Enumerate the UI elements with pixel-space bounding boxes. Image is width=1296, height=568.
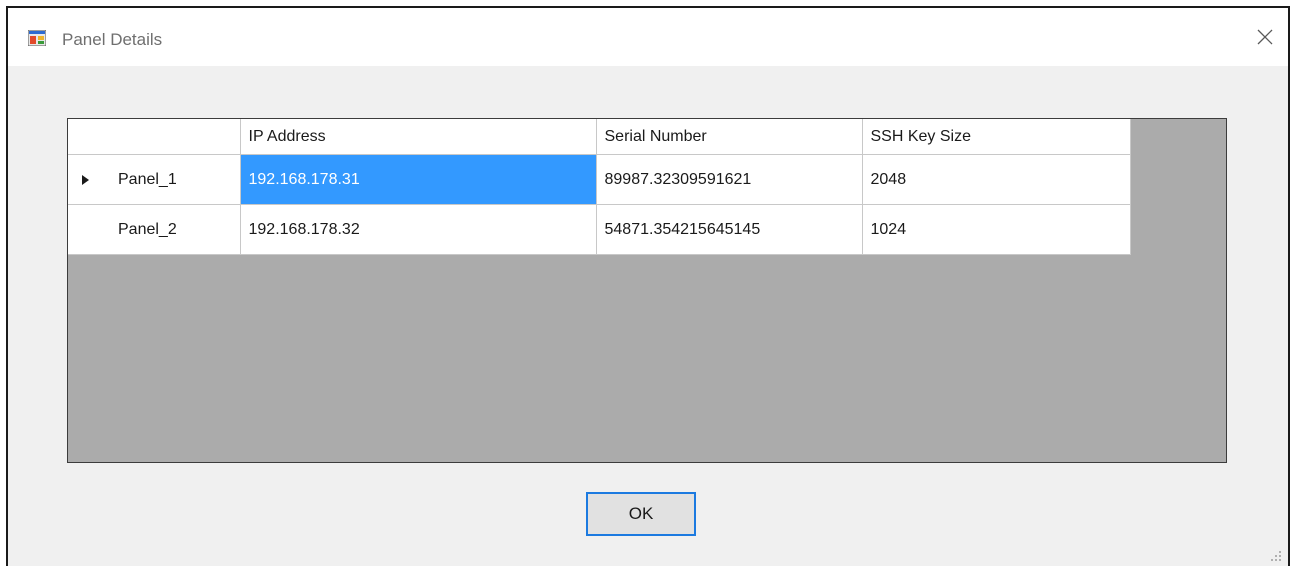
panel-data-grid[interactable]: IP Address Serial Number SSH Key Size Pa… [67, 118, 1227, 463]
table-row[interactable]: Panel_1 192.168.178.31 89987.32309591621… [68, 154, 1131, 205]
cell-serial-number[interactable]: 89987.32309591621 [596, 154, 863, 205]
row-pointer-icon [82, 174, 89, 185]
cell-ssh-key-size[interactable]: 1024 [862, 204, 1131, 255]
row-header-label: Panel_2 [118, 220, 177, 238]
top-left-header-cell[interactable] [68, 119, 241, 155]
panel-details-dialog: Panel Details IP Address Serial Number S… [6, 6, 1290, 566]
form-window-icon [28, 30, 46, 46]
cell-ip-address[interactable]: 192.168.178.32 [240, 204, 597, 255]
column-header-ip-address[interactable]: IP Address [240, 119, 597, 155]
row-header-label: Panel_1 [118, 170, 177, 188]
cell-ssh-key-size[interactable]: 2048 [862, 154, 1131, 205]
cell-ip-address[interactable]: 192.168.178.31 [240, 154, 597, 205]
table-row[interactable]: Panel_2 192.168.178.32 54871.35421564514… [68, 204, 1131, 255]
cell-serial-number[interactable]: 54871.354215645145 [596, 204, 863, 255]
close-icon[interactable] [1250, 22, 1280, 52]
column-header-row: IP Address Serial Number SSH Key Size [68, 119, 1131, 155]
column-header-ssh-key-size[interactable]: SSH Key Size [862, 119, 1131, 155]
panel-table: IP Address Serial Number SSH Key Size Pa… [68, 119, 1131, 255]
window-title: Panel Details [62, 30, 163, 49]
row-header-panel-1[interactable]: Panel_1 [68, 154, 241, 205]
column-header-serial-number[interactable]: Serial Number [596, 119, 863, 155]
row-header-panel-2[interactable]: Panel_2 [68, 204, 241, 255]
ok-button[interactable]: OK [586, 492, 696, 536]
resize-grip-icon[interactable] [1270, 550, 1282, 562]
title-bar[interactable]: Panel Details [8, 8, 1288, 66]
